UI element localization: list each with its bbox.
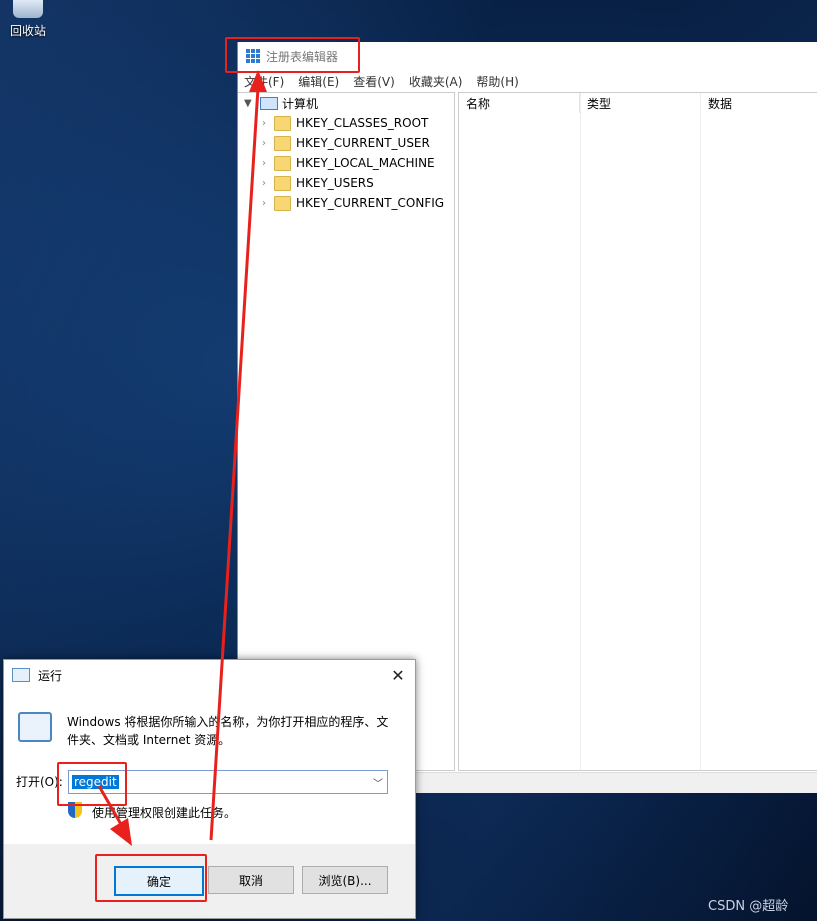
annotation-arrow-up <box>209 87 260 841</box>
annotation-arrow-down <box>97 785 124 827</box>
annotation-arrows <box>97 70 267 846</box>
watermark: CSDN @超龄 <box>708 899 789 914</box>
arrow-head-up-icon <box>249 70 267 92</box>
